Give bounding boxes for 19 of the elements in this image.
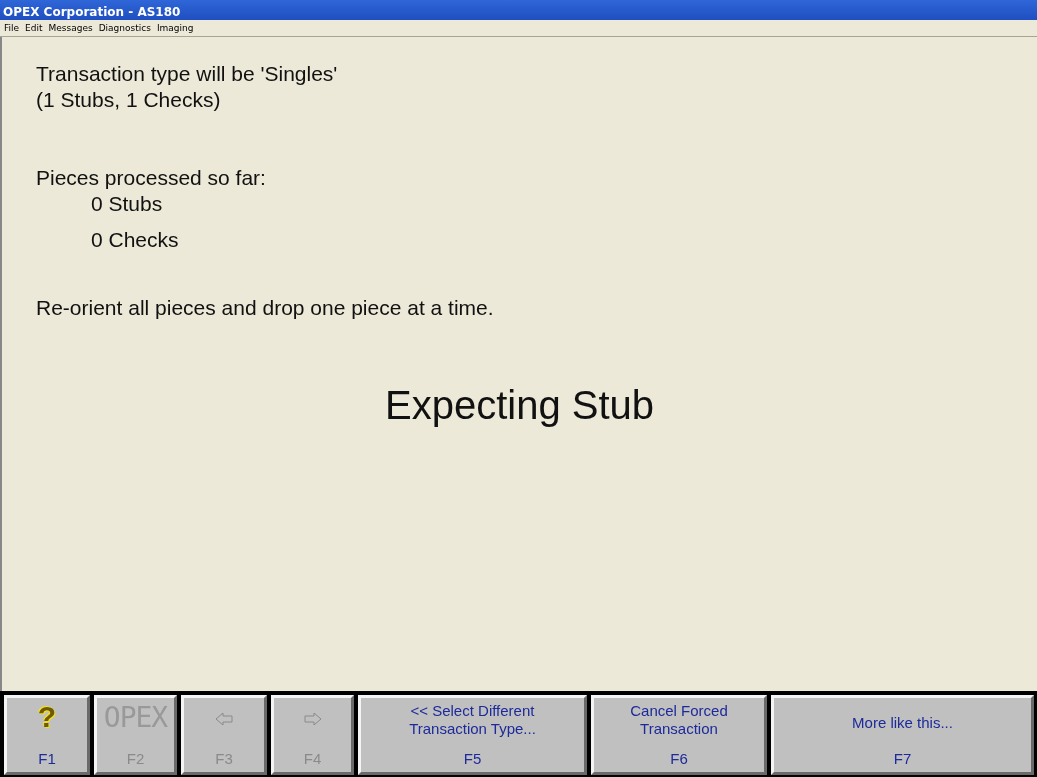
transaction-text: Transaction type will be 'Singles' [36,61,339,87]
function-key-button[interactable]: << Select Different Transaction Type... F5 [358,695,587,775]
window-title: OPEX Corporation - AS180 [0,0,1037,20]
processed-count: 0 Stubs [90,191,164,217]
menu-item[interactable]: Imaging [156,22,194,34]
function-key-button[interactable]: ? F1 [4,695,90,775]
function-key-button[interactable]: More like this... F7 [771,695,1034,775]
menu-item[interactable]: Diagnostics [98,22,151,34]
instruction-text: Re-orient all pieces and drop one piece at a time. [36,295,495,321]
status-message: Expecting Stub [383,382,656,429]
left-arrow-icon [215,712,233,726]
menu-item[interactable]: File [4,22,20,34]
transaction-text: (1 Stubs, 1 Checks) [36,87,222,113]
function-key-button[interactable]: Cancel Forced Transaction F6 [591,695,767,775]
processed-count: 0 Checks [90,227,180,253]
processed-heading: Pieces processed so far: [36,165,267,191]
menu-item[interactable]: Edit [25,22,43,34]
menu-item[interactable]: Messages [48,22,93,34]
right-arrow-icon [303,712,322,726]
